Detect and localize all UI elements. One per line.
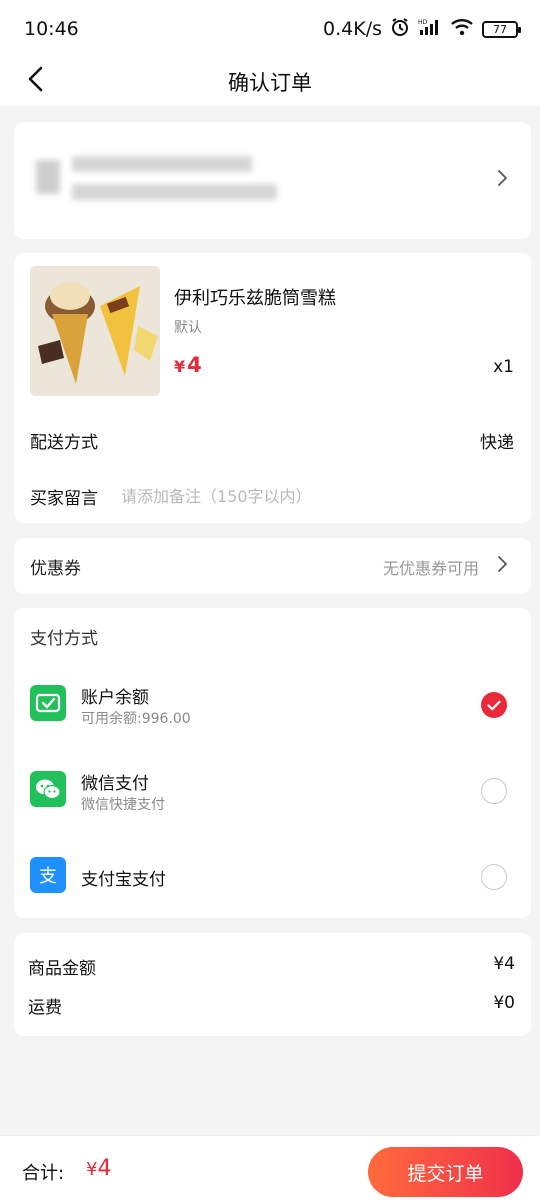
coupon-value: 无优惠券可用	[382, 559, 479, 578]
bottom-action-bar: 合计: ¥4 提交订单	[0, 1135, 540, 1200]
product-spec: 默认	[174, 320, 202, 336]
payment-option-wechat[interactable]: 微信支付 微信快捷支付	[14, 750, 531, 830]
radio-unselected[interactable]	[481, 864, 507, 890]
total-amount: ¥4	[86, 1156, 111, 1181]
coupon-label: 优惠券	[30, 559, 81, 579]
remark-input[interactable]	[121, 482, 511, 510]
radio-unselected[interactable]	[481, 778, 507, 804]
chevron-right-icon	[497, 169, 509, 191]
goods-amount-value: ¥4	[493, 954, 515, 974]
status-bar: 10:46 0.4K/s HD 77	[0, 0, 540, 58]
payment-option-sub: 可用余额:996.00	[81, 711, 191, 727]
status-time: 10:46	[24, 18, 79, 40]
delivery-label: 配送方式	[30, 433, 98, 453]
location-icon-obscured	[36, 160, 60, 194]
chevron-left-icon	[26, 66, 44, 96]
back-button[interactable]	[18, 64, 52, 98]
radio-selected[interactable]	[481, 692, 507, 718]
address-arrow[interactable]	[493, 170, 513, 190]
total-value: 4	[97, 1156, 112, 1181]
hd-signal-icon: HD	[418, 18, 442, 41]
address-detail-obscured	[72, 184, 277, 200]
payment-option-alipay[interactable]: 支 支付宝支付	[14, 836, 531, 916]
wifi-icon	[450, 18, 474, 41]
battery-level: 77	[493, 22, 507, 36]
payment-method-card: 支付方式 账户余额 可用余额:996.00 微信支付 微信快捷支付 支 支付宝支…	[14, 608, 531, 918]
submit-order-button[interactable]: 提交订单	[368, 1147, 523, 1197]
chevron-right-icon	[497, 555, 509, 577]
shipping-label: 运费	[28, 998, 62, 1018]
product-name: 伊利巧乐兹脆筒雪糕	[174, 288, 336, 309]
payment-title: 支付方式	[30, 629, 98, 649]
address-card[interactable]	[14, 122, 531, 239]
coupon-arrow	[493, 556, 513, 576]
order-summary-card: 商品金额 ¥4 运费 ¥0	[14, 933, 531, 1036]
payment-option-label: 微信支付	[81, 774, 149, 794]
check-icon	[487, 696, 501, 715]
product-image[interactable]	[30, 266, 160, 396]
wechat-icon	[30, 771, 66, 807]
product-quantity: x1	[493, 357, 514, 377]
price-value: 4	[187, 353, 202, 377]
page-title: 确认订单	[228, 71, 312, 95]
goods-amount-label: 商品金额	[28, 959, 96, 979]
total-label: 合计:	[22, 1163, 65, 1184]
payment-option-label: 支付宝支付	[81, 870, 166, 890]
shipping-value: ¥0	[493, 993, 515, 1013]
payment-option-label: 账户余额	[81, 688, 149, 708]
battery-icon: 77	[482, 20, 521, 38]
product-price: ¥4	[174, 353, 202, 377]
top-nav-bar: 确认订单	[0, 58, 540, 106]
svg-text:HD: HD	[418, 19, 428, 26]
payment-option-balance[interactable]: 账户余额 可用余额:996.00	[14, 664, 531, 744]
payment-option-sub: 微信快捷支付	[81, 797, 165, 813]
coupon-row[interactable]: 优惠券 无优惠券可用	[14, 538, 531, 594]
svg-text:支: 支	[39, 866, 57, 887]
alipay-icon: 支	[30, 857, 66, 893]
status-icons: 0.4K/s HD 77	[323, 17, 521, 42]
remark-label: 买家留言	[30, 489, 98, 509]
address-name-obscured	[72, 156, 252, 172]
total-currency: ¥	[86, 1159, 98, 1180]
product-card: 伊利巧乐兹脆筒雪糕 默认 ¥4 x1 配送方式 快递 买家留言	[14, 253, 531, 523]
alarm-icon	[390, 17, 410, 42]
network-speed: 0.4K/s	[323, 18, 382, 40]
price-currency: ¥	[174, 357, 186, 376]
wallet-icon	[30, 685, 66, 721]
delivery-value[interactable]: 快递	[480, 428, 514, 453]
